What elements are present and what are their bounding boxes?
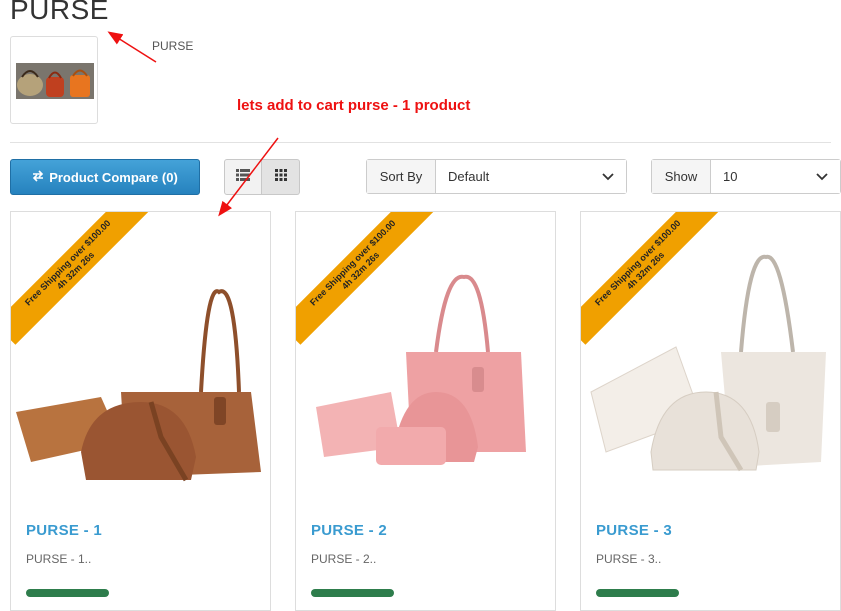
divider: [10, 142, 831, 143]
exchange-icon: [32, 169, 44, 185]
stock-badge: [26, 589, 109, 597]
product-description: PURSE - 1..: [26, 552, 92, 566]
category-caption: PURSE: [152, 39, 194, 53]
view-toggle: [224, 159, 300, 195]
stock-badge: [311, 589, 394, 597]
show-control: Show 10: [651, 159, 841, 194]
sort-label: Sort By: [367, 160, 436, 193]
product-name-link[interactable]: PURSE - 2: [311, 522, 387, 539]
product-description: PURSE - 2..: [311, 552, 377, 566]
page-title: PURSE: [10, 0, 109, 25]
product-name-link[interactable]: PURSE - 1: [26, 522, 102, 539]
arrow-to-title: [107, 31, 157, 63]
sort-control: Sort By Default: [366, 159, 627, 194]
chevron-down-icon: [816, 169, 828, 184]
chevron-down-icon: [602, 169, 614, 184]
product-compare-label: Product Compare (0): [49, 169, 178, 185]
product-card[interactable]: Free Shipping over $100.00 4h 32m 26s PU…: [580, 211, 841, 611]
annotation-text: lets add to cart purse - 1 product: [237, 97, 471, 114]
list-view-button[interactable]: [224, 159, 262, 195]
list-view-icon: [236, 168, 250, 186]
show-value: 10: [723, 169, 738, 184]
product-description: PURSE - 3..: [596, 552, 662, 566]
stock-badge: [596, 589, 679, 597]
sort-select[interactable]: Default: [436, 160, 626, 193]
category-image: [16, 63, 94, 99]
grid-view-button[interactable]: [262, 159, 300, 195]
product-compare-button[interactable]: Product Compare (0): [10, 159, 200, 195]
product-card[interactable]: Free Shipping over $100.00 4h 32m 26s PU…: [295, 211, 556, 611]
show-select[interactable]: 10: [711, 160, 840, 193]
grid-view-icon: [274, 168, 287, 186]
product-name-link[interactable]: PURSE - 3: [596, 522, 672, 539]
product-card[interactable]: Free Shipping over $100.00 4h 32m 26s PU…: [10, 211, 271, 611]
show-label: Show: [652, 160, 711, 193]
category-thumbnail: [10, 36, 98, 124]
sort-value: Default: [448, 169, 490, 184]
